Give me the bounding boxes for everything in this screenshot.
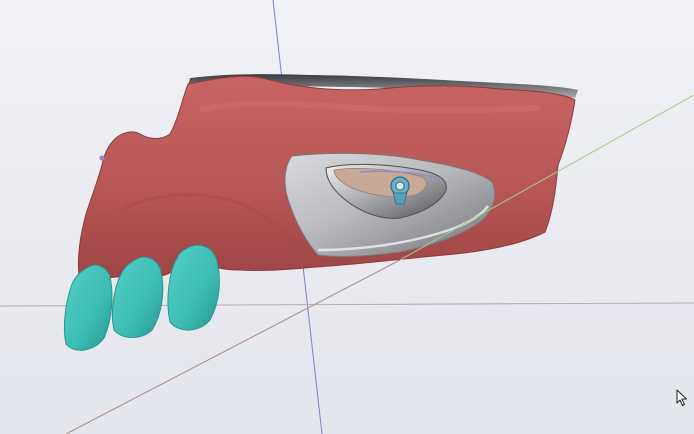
3d-viewport[interactable] xyxy=(0,0,694,434)
pointer-arrow-icon xyxy=(676,389,687,406)
marker-point xyxy=(99,155,105,161)
implant-hex-socket xyxy=(395,181,405,191)
3d-scene[interactable] xyxy=(0,0,694,434)
